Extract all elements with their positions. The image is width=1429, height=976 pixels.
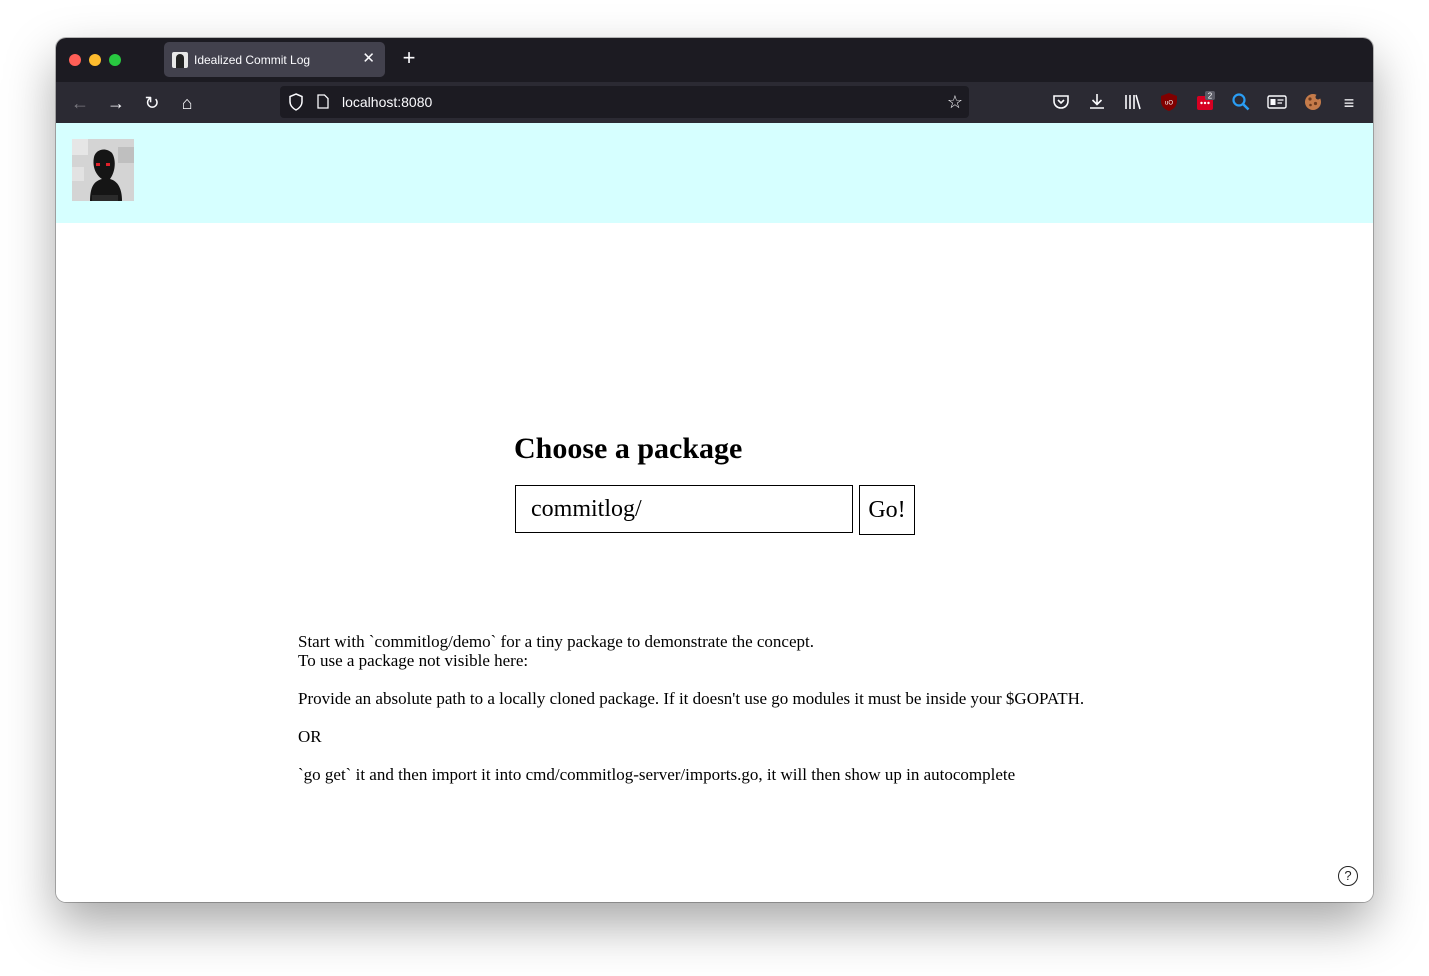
svg-text:2: 2 <box>1208 92 1213 101</box>
go-button[interactable]: Go! <box>859 485 915 535</box>
bookmark-star-icon[interactable]: ☆ <box>947 91 963 113</box>
back-button[interactable]: ← <box>68 91 92 115</box>
page-title: Choose a package <box>514 432 743 465</box>
download-icon[interactable] <box>1086 91 1108 113</box>
url-bar[interactable]: localhost:8080 ☆ <box>280 86 969 118</box>
menu-icon[interactable]: ≡ <box>1337 91 1361 115</box>
shield-icon[interactable] <box>288 93 304 111</box>
avatar-logo <box>72 139 134 201</box>
extension-badge-icon[interactable]: 2 <box>1194 91 1216 113</box>
desktop: Idealized Commit Log ✕ + ← → ↻ ⌂ localho… <box>0 0 1429 976</box>
tab-active[interactable]: Idealized Commit Log ✕ <box>164 42 385 77</box>
tab-strip: Idealized Commit Log ✕ + <box>56 38 1373 82</box>
help-text: Start with `commitlog/demo` for a tiny p… <box>298 632 1084 784</box>
ublock-icon[interactable]: uO <box>1158 91 1180 113</box>
reload-button[interactable]: ↻ <box>140 91 164 115</box>
page-icon <box>317 94 329 109</box>
avatar-image <box>72 139 134 201</box>
forward-button[interactable]: → <box>104 91 128 115</box>
minimize-window-button[interactable] <box>89 54 101 66</box>
svg-text:uO: uO <box>1165 101 1173 107</box>
help-line-absolute-path: Provide an absolute path to a locally cl… <box>298 689 1085 708</box>
browser-window: Idealized Commit Log ✕ + ← → ↻ ⌂ localho… <box>56 38 1373 902</box>
new-tab-button[interactable]: + <box>399 47 419 69</box>
help-line-go-get: `go get` it and then import it into cmd/… <box>298 765 1016 784</box>
url-text[interactable]: localhost:8080 <box>342 94 432 110</box>
help-line-demo: Start with `commitlog/demo` for a tiny p… <box>298 632 814 651</box>
site-header <box>56 123 1373 223</box>
library-icon[interactable] <box>1122 91 1144 113</box>
zoom-window-button[interactable] <box>109 54 121 66</box>
package-input[interactable] <box>515 485 853 533</box>
home-button[interactable]: ⌂ <box>175 91 199 115</box>
close-window-button[interactable] <box>69 54 81 66</box>
tab-title: Idealized Commit Log <box>194 53 311 67</box>
help-line-or: OR <box>298 727 322 746</box>
page-content: Choose a package Go! Start with `commitl… <box>56 123 1373 902</box>
tab-favicon-icon <box>172 52 188 68</box>
help-question-icon[interactable]: ? <box>1338 866 1358 886</box>
navigation-toolbar: ← → ↻ ⌂ localhost:8080 ☆ uO 2 ≡ <box>56 82 1373 123</box>
extension-card-icon[interactable] <box>1266 91 1288 113</box>
tab-close-icon[interactable]: ✕ <box>362 51 375 67</box>
pocket-icon[interactable] <box>1050 91 1072 113</box>
search-extension-icon[interactable] <box>1230 91 1252 113</box>
cookie-icon[interactable] <box>1302 91 1324 113</box>
help-line-intro: To use a package not visible here: <box>298 651 529 670</box>
package-chooser: Choose a package Go! <box>514 432 934 535</box>
